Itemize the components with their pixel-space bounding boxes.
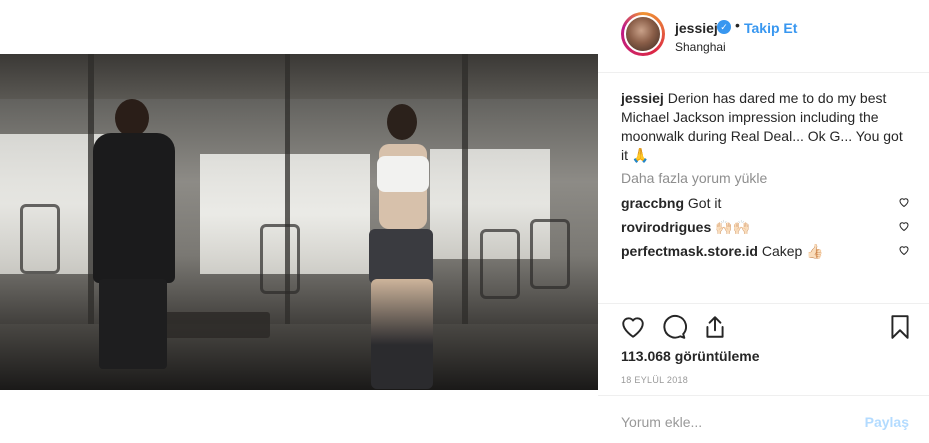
person-body	[93, 133, 175, 283]
load-more-comments-button[interactable]: Daha fazla yorum yükle	[621, 170, 767, 186]
post-caption: jessiej Derion has dared me to do my bes…	[621, 89, 911, 165]
view-count[interactable]: 113.068 görüntüleme	[621, 348, 760, 364]
comment-item: rovirodrigues 🙌🏻🙌🏻	[621, 219, 911, 236]
comment-text: Got it	[687, 195, 722, 211]
gym-equipment	[480, 229, 520, 299]
follow-button[interactable]: Takip Et	[744, 20, 797, 36]
post-video[interactable]	[0, 54, 598, 390]
share-icon[interactable]	[702, 314, 728, 340]
gym-equipment	[20, 204, 60, 274]
person-head	[115, 99, 149, 137]
comment-item: graccbng Got it	[621, 195, 911, 211]
post-side-panel: jessiej ✓ • Takip Et Shanghai jessiej De…	[598, 0, 929, 443]
post-date[interactable]: 18 EYLÜL 2018	[621, 375, 688, 385]
separator-dot: •	[735, 17, 740, 33]
video-pillar	[285, 54, 290, 344]
comment-item: perfectmask.store.id Cakep 👍🏻	[621, 243, 911, 260]
comment-like-heart-icon[interactable]	[898, 244, 910, 256]
video-pillar	[462, 54, 468, 354]
comment-text: Cakep 👍🏻	[761, 243, 824, 259]
person-woman	[355, 104, 445, 389]
gym-equipment	[260, 224, 300, 294]
person-legs	[99, 279, 167, 369]
comment-username[interactable]: rovirodrigues	[621, 219, 711, 235]
person-trainer	[85, 99, 185, 379]
post-location[interactable]: Shanghai	[675, 40, 726, 54]
person-legs	[371, 279, 433, 389]
avatar[interactable]	[624, 15, 662, 53]
person-top	[377, 156, 429, 192]
verified-badge-icon: ✓	[717, 20, 731, 34]
comment-like-heart-icon[interactable]	[898, 220, 910, 232]
comment-username[interactable]: perfectmask.store.id	[621, 243, 758, 259]
person-shorts	[369, 229, 433, 284]
caption-username[interactable]: jessiej	[621, 90, 664, 106]
actions-divider	[598, 303, 929, 304]
post-username[interactable]: jessiej	[675, 20, 718, 36]
comment-like-heart-icon[interactable]	[898, 196, 910, 208]
post-header: jessiej ✓ • Takip Et Shanghai	[598, 0, 929, 73]
caption-text: Derion has dared me to do my best Michae…	[621, 90, 903, 163]
bookmark-icon[interactable]	[887, 314, 913, 340]
comment-text: 🙌🏻🙌🏻	[715, 219, 751, 235]
comment-icon[interactable]	[661, 314, 687, 340]
comment-username[interactable]: graccbng	[621, 195, 684, 211]
gym-equipment	[530, 219, 570, 289]
heart-icon[interactable]	[620, 314, 646, 340]
post-comment-button[interactable]: Paylaş	[865, 414, 909, 430]
media-area	[0, 0, 598, 443]
comment-input[interactable]	[621, 414, 851, 430]
person-head	[387, 104, 417, 140]
